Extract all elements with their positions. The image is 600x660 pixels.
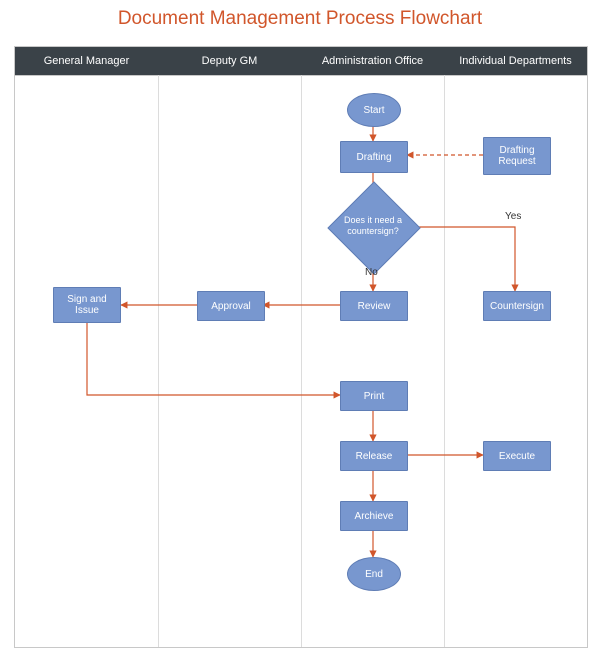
- node-countersign: Countersign: [483, 291, 551, 321]
- flowchart-page: Document Management Process Flowchart Ge…: [0, 0, 600, 660]
- lane-header-deputy-gm: Deputy GM: [158, 47, 302, 76]
- lane-header-administration-office: Administration Office: [301, 47, 445, 76]
- label-no: No: [365, 267, 378, 278]
- node-release: Release: [340, 441, 408, 471]
- lane-header-general-manager: General Manager: [15, 47, 159, 76]
- node-sign-and-issue: Sign and Issue: [53, 287, 121, 323]
- node-archive: Archieve: [340, 501, 408, 531]
- swimlanes: General Manager Deputy GM Administration…: [14, 46, 588, 648]
- page-title: Document Management Process Flowchart: [0, 0, 600, 30]
- lane-body-1: [158, 75, 302, 647]
- node-end: End: [347, 557, 401, 591]
- node-drafting-request: Drafting Request: [483, 137, 551, 175]
- label-yes: Yes: [505, 211, 521, 222]
- node-review: Review: [340, 291, 408, 321]
- node-print: Print: [340, 381, 408, 411]
- lane-body-0: [15, 75, 159, 647]
- node-drafting: Drafting: [340, 141, 408, 173]
- node-approval: Approval: [197, 291, 265, 321]
- node-execute: Execute: [483, 441, 551, 471]
- node-start: Start: [347, 93, 401, 127]
- lane-header-individual-departments: Individual Departments: [444, 47, 587, 76]
